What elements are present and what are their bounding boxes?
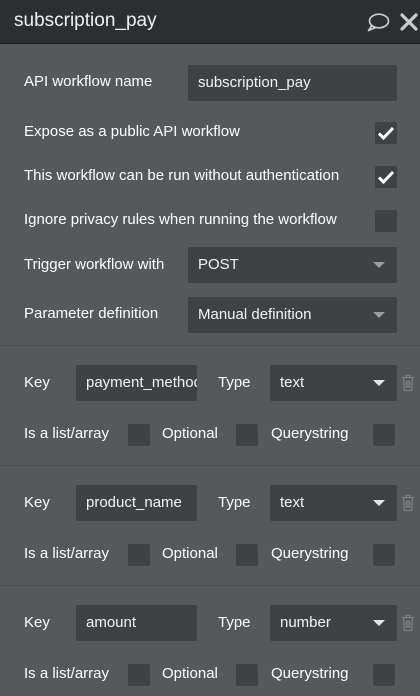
chevron-down-icon [373,312,385,318]
trash-icon[interactable] [401,494,415,512]
querystring-checkbox[interactable] [373,544,395,566]
trigger-method-value: POST [198,256,239,273]
trigger-method-dropdown[interactable]: POST [188,247,397,283]
parameter-divider [0,465,420,466]
querystring-label: Querystring [271,425,349,442]
querystring-checkbox[interactable] [373,424,395,446]
type-value: text [280,374,305,391]
trash-icon[interactable] [401,374,415,392]
ignore-privacy-checkbox[interactable] [375,210,397,232]
key-input[interactable]: product_name [76,485,197,521]
optional-checkbox[interactable] [236,664,258,686]
close-icon[interactable] [398,11,420,33]
key-input[interactable]: payment_method [76,365,197,401]
workflow-title: subscription_pay [14,10,157,31]
section-divider [0,345,420,346]
no-auth-checkbox[interactable] [375,166,397,188]
comment-icon[interactable] [366,12,390,32]
param-definition-label: Parameter definition [24,305,159,322]
workflow-name-label: API workflow name [24,73,153,90]
expose-public-label: Expose as a public API workflow [24,123,240,140]
is-list-checkbox[interactable] [128,664,150,686]
key-label: Key [24,374,50,391]
type-dropdown[interactable]: number [270,605,397,641]
is-list-label: Is a list/array [24,665,110,682]
parameter-divider [0,585,420,586]
checkmark-icon [377,170,395,185]
type-label: Type [218,374,251,391]
checkmark-icon [377,126,395,141]
trash-icon[interactable] [401,614,415,632]
type-value: text [280,494,305,511]
trigger-label: Trigger workflow with [24,256,165,273]
no-auth-label: This workflow can be run without authent… [24,167,340,184]
type-label: Type [218,614,251,631]
optional-label: Optional [162,545,218,562]
key-label: Key [24,494,50,511]
chevron-down-icon [373,620,385,626]
property-editor-header: subscription_pay [0,0,420,44]
ignore-privacy-label: Ignore privacy rules when running the wo… [24,211,337,228]
type-dropdown[interactable]: text [270,365,397,401]
querystring-checkbox[interactable] [373,664,395,686]
is-list-label: Is a list/array [24,425,110,442]
querystring-label: Querystring [271,545,349,562]
expose-public-checkbox[interactable] [375,122,397,144]
type-dropdown[interactable]: text [270,485,397,521]
key-input[interactable]: amount [76,605,197,641]
is-list-label: Is a list/array [24,545,110,562]
optional-label: Optional [162,425,218,442]
workflow-name-input[interactable]: subscription_pay [188,65,397,101]
param-definition-value: Manual definition [198,306,312,323]
is-list-checkbox[interactable] [128,544,150,566]
optional-label: Optional [162,665,218,682]
param-definition-dropdown[interactable]: Manual definition [188,297,397,333]
chevron-down-icon [373,500,385,506]
type-value: number [280,614,331,631]
optional-checkbox[interactable] [236,544,258,566]
key-label: Key [24,614,50,631]
chevron-down-icon [373,262,385,268]
is-list-checkbox[interactable] [128,424,150,446]
chevron-down-icon [373,380,385,386]
querystring-label: Querystring [271,665,349,682]
optional-checkbox[interactable] [236,424,258,446]
type-label: Type [218,494,251,511]
